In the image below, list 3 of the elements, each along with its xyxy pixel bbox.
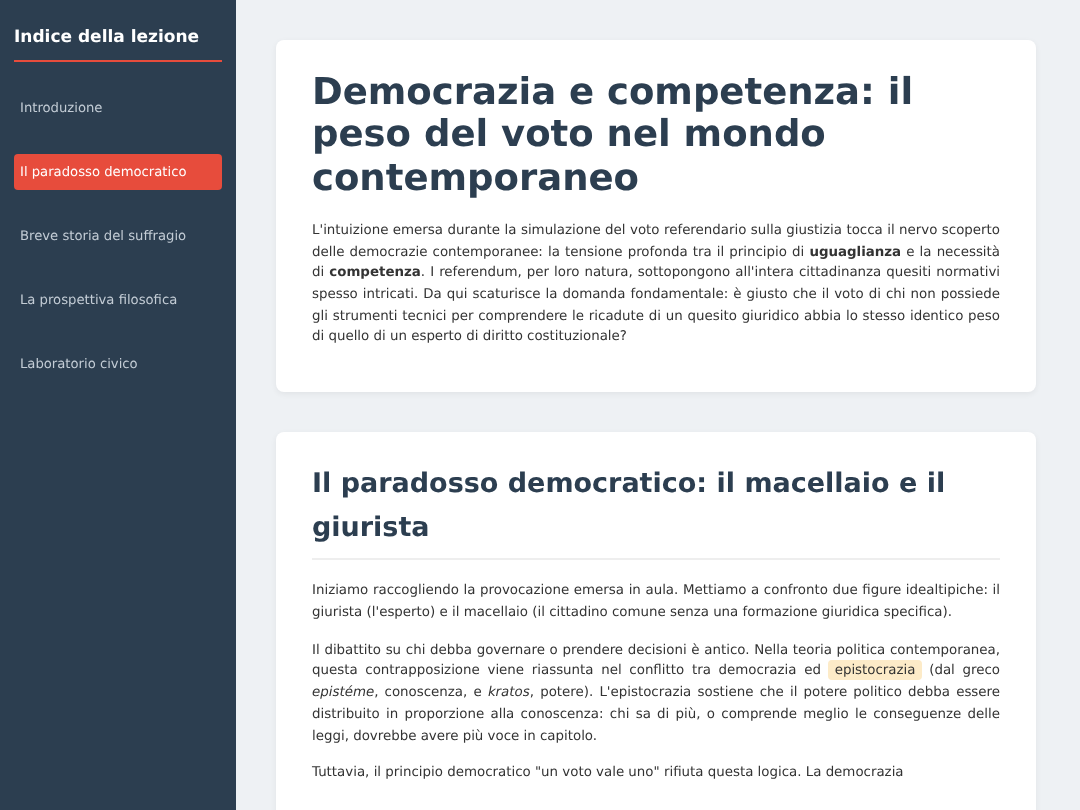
page-title: Democrazia e competenza: il peso del voto nel mondo contemporaneo	[312, 72, 916, 200]
sidebar-title: Indice della lezione	[14, 28, 222, 62]
section-heading: Il paradosso democratico: il macellaio e il giurista	[312, 464, 1000, 561]
